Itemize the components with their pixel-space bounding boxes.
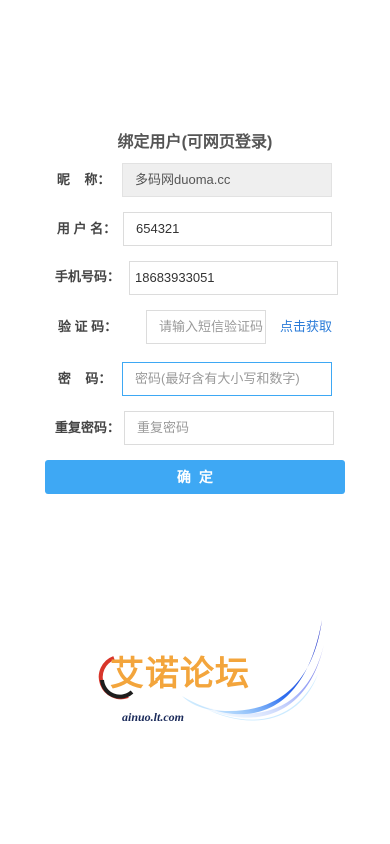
confirm-button[interactable]: 确定 bbox=[45, 460, 345, 494]
page-title: 绑定用户(可网页登录) bbox=[117, 134, 273, 151]
confirm-password-input[interactable]: 重复密码 bbox=[124, 411, 334, 445]
phone-field[interactable]: 18683933051 bbox=[129, 261, 338, 295]
username-label: 用 户 名： bbox=[57, 221, 117, 236]
phone-label: 手机号码： bbox=[55, 269, 121, 284]
forum-logo: 艾诺论坛 ainuo.lt.com bbox=[92, 618, 328, 738]
logo-domain: ainuo.lt.com bbox=[122, 710, 185, 724]
code-input[interactable]: 请输入短信验证码 bbox=[146, 310, 266, 344]
code-label: 验 证 码： bbox=[58, 319, 118, 334]
password-input[interactable]: 密码(最好含有大小写和数字) bbox=[122, 362, 332, 396]
nickname-field: 多码网duoma.cc bbox=[122, 163, 332, 197]
nickname-label: 昵 称： bbox=[57, 172, 111, 187]
confirm-password-label: 重复密码： bbox=[55, 420, 121, 435]
logo-name: 艾诺论坛 bbox=[110, 654, 250, 694]
username-field[interactable]: 654321 bbox=[123, 212, 332, 246]
get-code-link[interactable]: 点击获取 bbox=[280, 318, 332, 336]
password-label: 密 码： bbox=[58, 371, 112, 386]
